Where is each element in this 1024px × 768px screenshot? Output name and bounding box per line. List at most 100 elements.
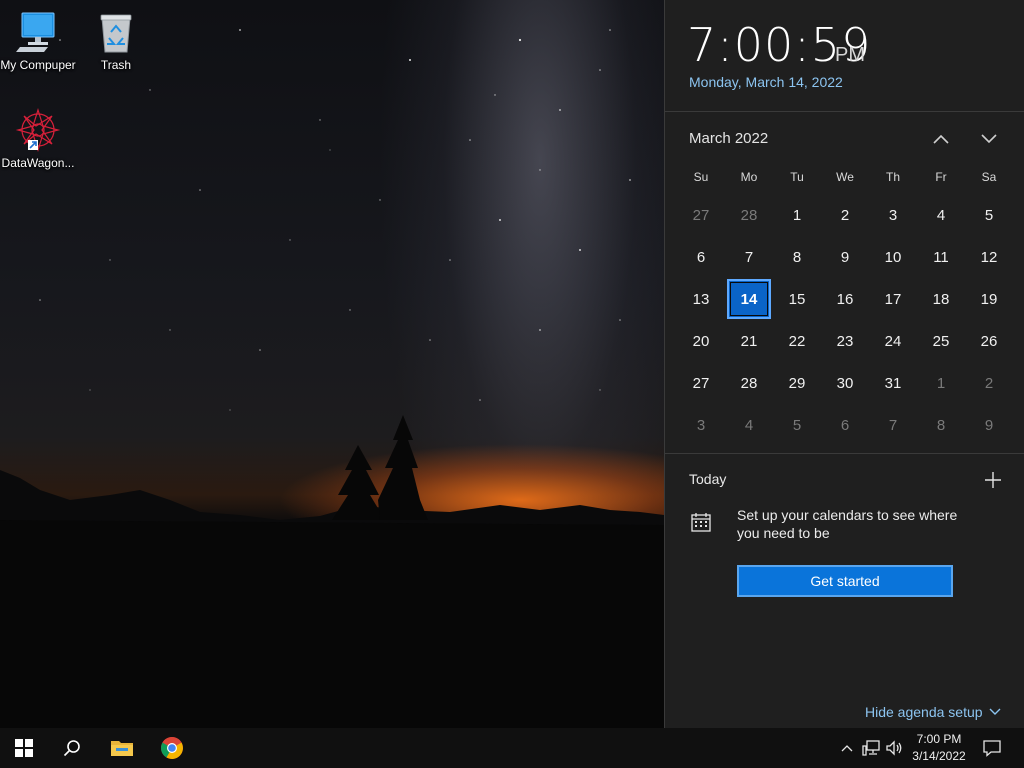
calendar-day[interactable]: 21	[727, 321, 771, 361]
calendar-day[interactable]: 13	[679, 279, 723, 319]
calendar-day[interactable]: 5	[967, 195, 1011, 235]
calendar-day[interactable]: 2	[967, 363, 1011, 403]
search-button[interactable]	[48, 728, 96, 768]
desktop-icon-my-computer[interactable]: My Compuper	[0, 8, 76, 73]
calendar-day[interactable]: 20	[679, 321, 723, 361]
calendar-day[interactable]: 18	[919, 279, 963, 319]
app-shortcut-icon	[14, 106, 62, 154]
calendar-day-today[interactable]: 14	[727, 279, 771, 319]
previous-month-button[interactable]	[927, 125, 955, 153]
taskbar-date: 3/14/2022	[912, 749, 966, 763]
clock-header: 7:00:59 PM Monday, March 14, 2022	[665, 0, 1024, 112]
start-icon	[15, 739, 33, 757]
show-hidden-icons-button[interactable]	[838, 728, 856, 768]
calendar-day[interactable]: 9	[823, 237, 867, 277]
calendar-day[interactable]: 26	[967, 321, 1011, 361]
desktop-icon-label: My Compuper	[0, 58, 76, 72]
calendar-day[interactable]: 19	[967, 279, 1011, 319]
get-started-button[interactable]: Get started	[737, 565, 953, 597]
weekday-label: Tu	[790, 170, 804, 184]
volume-tray-button[interactable]	[884, 728, 906, 768]
taskbar-time: 7:00 PM	[916, 732, 962, 746]
calendar-day[interactable]: 4	[919, 195, 963, 235]
calendar-day[interactable]: 24	[871, 321, 915, 361]
calendar-day[interactable]: 28	[727, 195, 771, 235]
network-icon	[862, 740, 880, 756]
chrome-icon	[161, 737, 183, 759]
clock-calendar-flyout: 7:00:59 PM Monday, March 14, 2022 March …	[664, 0, 1024, 728]
weekday-label: Fr	[935, 170, 947, 184]
recycle-bin-icon	[92, 8, 140, 56]
calendar-icon	[689, 510, 713, 534]
calendar-day[interactable]: 27	[679, 363, 723, 403]
file-explorer-icon	[111, 741, 133, 756]
calendar-day[interactable]: 28	[727, 363, 771, 403]
file-explorer-button[interactable]	[98, 728, 146, 768]
calendar-day[interactable]: 27	[679, 195, 723, 235]
next-month-button[interactable]	[975, 125, 1003, 153]
agenda-setup-text: Set up your calendars to see where you n…	[737, 507, 958, 541]
calendar-day-grid: 27 28 1 2 3 4 5 6 7 8 9 10 11 12 13 14 15 16 17 18 19 20 21 22 2…	[677, 194, 1013, 446]
calendar-day[interactable]: 3	[679, 405, 723, 445]
tree-silhouettes	[332, 415, 428, 520]
stars	[39, 29, 631, 411]
calendar-day[interactable]: 2	[823, 195, 867, 235]
weekday-header: Su Mo Tu We Th Fr Sa	[677, 170, 1013, 184]
calendar-day[interactable]: 6	[823, 405, 867, 445]
desktop-icon-label: DataWagon...	[1, 156, 75, 170]
calendar-day[interactable]: 23	[823, 321, 867, 361]
hide-agenda-label: Hide agenda setup	[865, 704, 983, 720]
taskbar: 7:00 PM 3/14/2022	[0, 728, 1024, 768]
calendar-day[interactable]: 6	[679, 237, 723, 277]
calendar-day[interactable]: 31	[871, 363, 915, 403]
calendar-day[interactable]: 9	[967, 405, 1011, 445]
chevron-down-icon	[981, 134, 997, 144]
hide-agenda-setup-link[interactable]: Hide agenda setup	[865, 704, 1001, 720]
big-clock-ampm: PM	[835, 44, 865, 66]
calendar-day[interactable]: 8	[775, 237, 819, 277]
calendar-day[interactable]: 15	[775, 279, 819, 319]
weekday-label: We	[836, 170, 854, 184]
calendar-day[interactable]: 8	[919, 405, 963, 445]
agenda-divider	[665, 453, 1024, 454]
network-tray-button[interactable]	[860, 728, 882, 768]
calendar-day[interactable]: 29	[775, 363, 819, 403]
chevron-up-icon	[841, 745, 853, 752]
calendar-day[interactable]: 12	[967, 237, 1011, 277]
calendar-day[interactable]: 22	[775, 321, 819, 361]
search-icon	[63, 740, 80, 757]
calendar-day[interactable]: 30	[823, 363, 867, 403]
calendar-day[interactable]: 4	[727, 405, 771, 445]
add-event-button[interactable]	[981, 468, 1005, 492]
agenda-today-label: Today	[689, 471, 727, 487]
calendar-day[interactable]: 11	[919, 237, 963, 277]
weekday-label: Sa	[981, 170, 997, 184]
desktop-icon-datawagon[interactable]: DataWagon...	[0, 106, 76, 171]
desktop-icon-label: Trash	[100, 58, 132, 72]
volume-icon	[886, 740, 902, 756]
chrome-button[interactable]	[148, 728, 196, 768]
calendar-day[interactable]: 10	[871, 237, 915, 277]
plus-icon	[985, 472, 1001, 488]
month-year-label[interactable]: March 2022	[689, 130, 768, 147]
taskbar-clock[interactable]: 7:00 PM 3/14/2022	[906, 731, 972, 765]
chevron-up-icon	[933, 134, 949, 144]
action-center-button[interactable]	[978, 728, 1006, 768]
long-date-link[interactable]: Monday, March 14, 2022	[689, 74, 843, 90]
calendar-day[interactable]: 25	[919, 321, 963, 361]
calendar-day[interactable]: 1	[775, 195, 819, 235]
calendar-day[interactable]: 7	[871, 405, 915, 445]
notification-icon	[983, 740, 1001, 757]
calendar-day[interactable]: 17	[871, 279, 915, 319]
weekday-label: Mo	[740, 170, 758, 184]
calendar-day[interactable]: 16	[823, 279, 867, 319]
start-button[interactable]	[0, 728, 48, 768]
desktop-icon-trash[interactable]: Trash	[78, 8, 154, 73]
monitor-icon	[14, 8, 62, 56]
calendar-day[interactable]: 3	[871, 195, 915, 235]
calendar-day[interactable]: 1	[919, 363, 963, 403]
calendar-day[interactable]: 7	[727, 237, 771, 277]
calendar-day[interactable]: 5	[775, 405, 819, 445]
foreground-silhouette	[0, 520, 664, 728]
weekday-label: Su	[693, 170, 709, 184]
